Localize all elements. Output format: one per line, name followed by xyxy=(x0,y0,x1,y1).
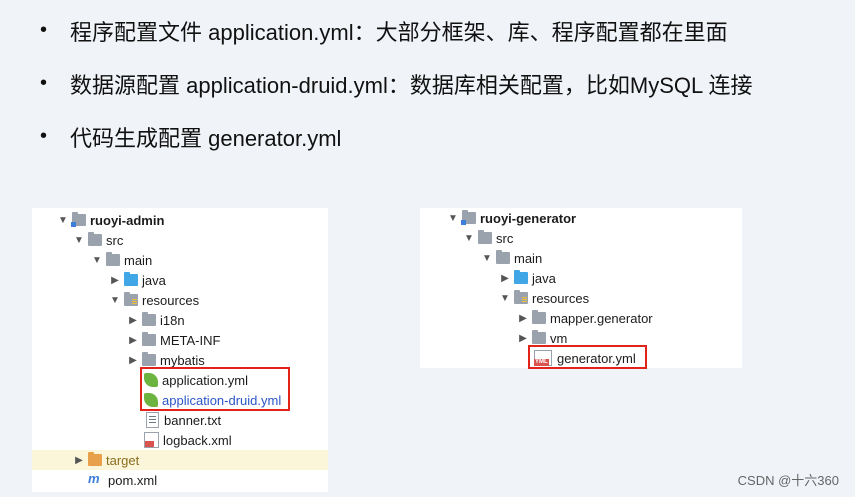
bullet-item: • 代码生成配置 generator.yml xyxy=(40,110,753,163)
tree-node-label: pom.xml xyxy=(108,472,158,488)
folder-icon xyxy=(142,352,156,366)
tree-node-target[interactable]: ▶ target xyxy=(32,450,328,470)
tree-node-main[interactable]: ▼ main xyxy=(32,250,328,270)
tree-node-src[interactable]: ▼ src xyxy=(420,228,742,248)
project-tree-admin: ▼ ruoyi-admin ▼ src ▼ main ▶ java ▼ reso… xyxy=(32,208,328,492)
resources-folder-icon xyxy=(514,290,528,304)
bullet-marker: • xyxy=(40,125,48,147)
tree-node-src[interactable]: ▼ src xyxy=(32,230,328,250)
maven-icon: m xyxy=(88,471,100,486)
tree-node-pom-xml[interactable]: m pom.xml xyxy=(32,470,328,490)
folder-icon xyxy=(532,310,546,324)
tree-node-label: target xyxy=(106,452,140,468)
folder-icon xyxy=(88,232,102,246)
tree-node-logback-xml[interactable]: logback.xml xyxy=(32,430,328,450)
chevron-right-icon[interactable]: ▶ xyxy=(108,275,122,286)
tree-node-i18n[interactable]: ▶ i18n xyxy=(32,310,328,330)
bullet-text: 程序配置文件 application.yml：大部分框架、库、程序配置都在里面 xyxy=(70,19,728,45)
tree-node-label: resources xyxy=(142,292,200,308)
excluded-folder-icon xyxy=(88,452,102,466)
folder-icon xyxy=(142,312,156,326)
folder-icon xyxy=(532,330,546,344)
tree-node-label: META-INF xyxy=(160,332,221,348)
module-folder-icon xyxy=(71,212,86,227)
bullet-marker: • xyxy=(40,19,48,41)
bullet-item: • 数据源配置 application-druid.yml：数据库相关配置，比如M… xyxy=(40,57,753,110)
tree-node-ruoyi-generator[interactable]: ▼ ruoyi-generator xyxy=(420,208,742,228)
tree-node-label: i18n xyxy=(160,312,185,328)
tree-node-java[interactable]: ▶ java xyxy=(32,270,328,290)
project-tree-generator: ▼ ruoyi-generator ▼ src ▼ main ▶ java ▼ … xyxy=(420,208,742,369)
tree-node-banner-txt[interactable]: banner.txt xyxy=(32,410,328,430)
folder-icon xyxy=(496,250,510,264)
tree-node-meta-inf[interactable]: ▶ META-INF xyxy=(32,330,328,350)
tree-node-label: ruoyi-admin xyxy=(90,212,165,228)
watermark: CSDN @十六360 xyxy=(737,473,839,488)
chevron-down-icon[interactable]: ▼ xyxy=(72,235,86,246)
chevron-right-icon[interactable]: ▶ xyxy=(72,455,86,466)
folder-icon xyxy=(142,332,156,346)
tree-node-label: banner.txt xyxy=(164,412,222,428)
chevron-right-icon[interactable]: ▶ xyxy=(126,335,140,346)
chevron-down-icon[interactable]: ▼ xyxy=(108,295,122,306)
bullet-item: • 程序配置文件 application.yml：大部分框架、库、程序配置都在里面 xyxy=(40,4,753,57)
tree-node-label: src xyxy=(496,230,514,246)
text-file-icon xyxy=(146,412,159,428)
highlight-box xyxy=(140,367,290,411)
chevron-right-icon[interactable]: ▶ xyxy=(126,315,140,326)
folder-icon xyxy=(478,230,492,244)
chevron-down-icon[interactable]: ▼ xyxy=(480,253,494,264)
chevron-down-icon[interactable]: ▼ xyxy=(498,293,512,304)
tree-node-label: ruoyi-generator xyxy=(480,210,577,226)
bullet-text: 代码生成配置 generator.yml xyxy=(70,125,342,151)
resources-folder-icon xyxy=(124,292,138,306)
chevron-down-icon[interactable]: ▼ xyxy=(462,233,476,244)
chevron-right-icon[interactable]: ▶ xyxy=(498,273,512,284)
tree-node-main[interactable]: ▼ main xyxy=(420,248,742,268)
tree-node-label: resources xyxy=(532,290,590,306)
module-folder-icon xyxy=(461,210,476,225)
tree-node-label: java xyxy=(142,272,166,288)
highlight-box xyxy=(528,345,647,369)
source-folder-icon xyxy=(514,270,528,284)
bullet-text: 数据源配置 application-druid.yml：数据库相关配置，比如My… xyxy=(70,72,753,98)
source-folder-icon xyxy=(124,272,138,286)
bullet-list: • 程序配置文件 application.yml：大部分框架、库、程序配置都在里面… xyxy=(40,4,753,163)
bullet-marker: • xyxy=(40,72,48,94)
tree-node-label: java xyxy=(532,270,556,286)
tree-node-label: src xyxy=(106,232,124,248)
tree-node-label: logback.xml xyxy=(163,432,232,448)
tree-node-ruoyi-admin[interactable]: ▼ ruoyi-admin xyxy=(32,210,328,230)
tree-node-label: mybatis xyxy=(160,352,205,368)
chevron-right-icon[interactable]: ▶ xyxy=(516,313,530,324)
folder-icon xyxy=(106,252,120,266)
tree-node-resources[interactable]: ▼ resources xyxy=(420,288,742,308)
chevron-right-icon[interactable]: ▶ xyxy=(126,355,140,366)
tree-node-label: main xyxy=(124,252,153,268)
tree-node-label: vm xyxy=(550,330,568,346)
tree-node-java[interactable]: ▶ java xyxy=(420,268,742,288)
chevron-right-icon[interactable]: ▶ xyxy=(516,333,530,344)
tree-node-resources[interactable]: ▼ resources xyxy=(32,290,328,310)
tree-node-label: mapper.generator xyxy=(550,310,653,326)
tree-node-label: main xyxy=(514,250,543,266)
chevron-down-icon[interactable]: ▼ xyxy=(446,213,460,224)
chevron-down-icon[interactable]: ▼ xyxy=(90,255,104,266)
chevron-down-icon[interactable]: ▼ xyxy=(56,215,70,226)
xml-file-icon xyxy=(144,432,159,448)
tree-node-mapper-generator[interactable]: ▶ mapper.generator xyxy=(420,308,742,328)
